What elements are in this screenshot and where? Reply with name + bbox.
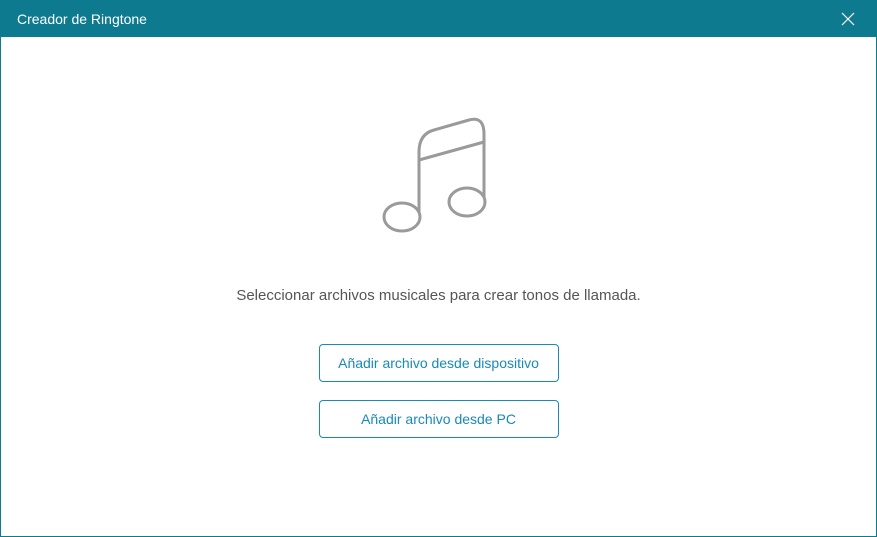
titlebar: Creador de Ringtone: [1, 1, 876, 37]
music-note-icon: [364, 107, 514, 257]
ringtone-creator-window: Creador de Ringtone Seleccionar archivos…: [0, 0, 877, 537]
add-from-pc-button[interactable]: Añadir archivo desde PC: [319, 400, 559, 438]
instruction-text: Seleccionar archivos musicales para crea…: [236, 287, 640, 304]
close-button[interactable]: [832, 3, 864, 35]
content-area: Seleccionar archivos musicales para crea…: [1, 37, 876, 536]
window-title: Creador de Ringtone: [17, 11, 147, 27]
close-icon: [840, 11, 856, 27]
button-group: Añadir archivo desde dispositivo Añadir …: [319, 344, 559, 438]
add-from-device-button[interactable]: Añadir archivo desde dispositivo: [319, 344, 559, 382]
